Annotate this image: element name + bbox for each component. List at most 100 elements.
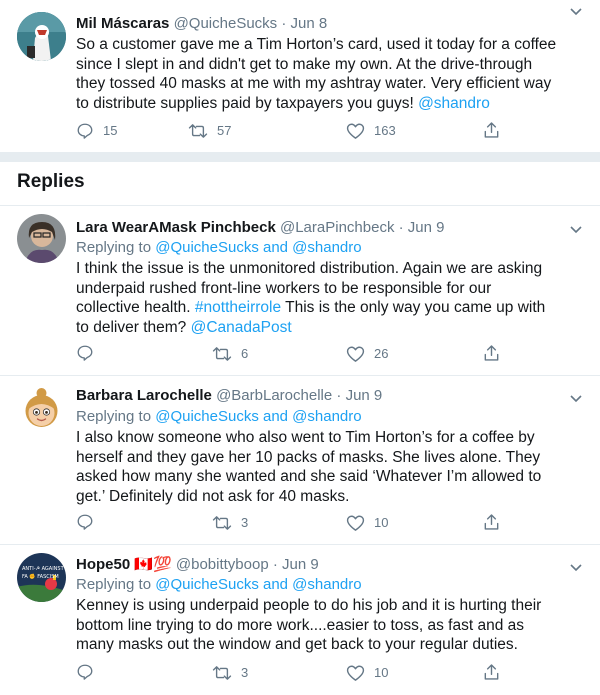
- tweet-date[interactable]: Jun 8: [291, 15, 328, 32]
- separator-dot: ·: [336, 387, 342, 404]
- action-bar: 3 10: [76, 663, 516, 683]
- replying-to-link[interactable]: @QuicheSucks and @shandro: [155, 408, 361, 425]
- avatar-image: [17, 12, 66, 61]
- share-button[interactable]: [483, 663, 500, 681]
- tweet-text-span: to deliver them?: [76, 318, 187, 336]
- separator-dot: ·: [272, 556, 278, 573]
- author-handle[interactable]: @bobittyboop: [176, 556, 269, 573]
- replying-to-link[interactable]: @QuicheSucks and @shandro: [155, 576, 361, 593]
- like-button[interactable]: 26: [346, 344, 388, 364]
- author-name[interactable]: Hope50: [76, 556, 130, 573]
- chevron-down-icon[interactable]: [570, 560, 582, 575]
- replying-prefix: Replying to: [76, 408, 152, 425]
- tweet-text-span: to distribute supplies paid by taxpayers…: [76, 94, 414, 112]
- like-button[interactable]: 163: [346, 121, 396, 141]
- reply-tweet[interactable]: Lara WearAMask Pinchbeck @LaraPinchbeck …: [0, 206, 600, 375]
- author-handle[interactable]: @LaraPinchbeck: [280, 219, 394, 236]
- chevron-down-icon[interactable]: [570, 222, 582, 237]
- avatar[interactable]: [17, 12, 66, 61]
- replying-to: Replying to @QuicheSucks and @shandro: [76, 238, 362, 258]
- mention-link[interactable]: @CanadaPost: [191, 319, 292, 336]
- share-button[interactable]: [483, 513, 500, 531]
- replying-prefix: Replying to: [76, 239, 152, 256]
- tweet-text-line: they tossed 40 masks at me with my ashtr…: [76, 75, 552, 92]
- tweet-text-line: many masks out the window and get back t…: [76, 636, 518, 653]
- tweet-text-line: I think the issue is the unmonitored dis…: [76, 260, 543, 277]
- reply-button[interactable]: [76, 344, 94, 362]
- tweet-text-line: I also know someone who also went to Tim…: [76, 429, 535, 446]
- tweet-text-span: This is the only way you came up with: [285, 299, 546, 316]
- chevron-down-icon[interactable]: [570, 391, 582, 406]
- tweet-text-line: get.’ Definitely did not ask for 40 mask…: [76, 487, 350, 505]
- share-button[interactable]: [483, 344, 500, 362]
- heart-icon: [346, 515, 365, 531]
- reply-button[interactable]: [76, 513, 94, 531]
- tweet-header: Mil Máscaras @QuicheSucks · Jun 8: [76, 14, 327, 34]
- hashtag-link[interactable]: #nottheirrole: [195, 299, 281, 316]
- tweet-date[interactable]: Jun 9: [346, 387, 383, 404]
- reply-button[interactable]: [76, 663, 94, 681]
- avatar[interactable]: ANTI-☭ AGAINST FA ✊ FASCISM: [17, 553, 66, 602]
- tweet-text-line: since I slept in and didn't get to make …: [76, 55, 533, 73]
- replying-to-link[interactable]: @QuicheSucks and @shandro: [155, 239, 361, 256]
- retweet-count: 3: [241, 665, 249, 680]
- reply-tweet[interactable]: Barbara Larochelle @BarbLarochelle · Jun…: [0, 376, 600, 544]
- retweet-button[interactable]: 3: [212, 663, 248, 683]
- share-icon: [484, 345, 499, 361]
- avatar-text: ANTI-☭ AGAINST: [22, 566, 65, 572]
- author-handle[interactable]: @QuicheSucks: [174, 15, 278, 32]
- tweet-text-line: asked how many she wanted and she said ‘…: [76, 468, 542, 485]
- share-icon: [484, 122, 499, 138]
- author-handle[interactable]: @BarbLarochelle: [216, 387, 332, 404]
- replies-heading: Replies: [17, 171, 85, 192]
- avatar-image: ANTI-☭ AGAINST FA ✊ FASCISM: [17, 553, 66, 602]
- share-icon: [484, 514, 499, 530]
- section-divider: [0, 152, 600, 162]
- separator-dot: ·: [281, 15, 287, 32]
- heart-icon: [346, 123, 365, 139]
- author-name[interactable]: Barbara Larochelle: [76, 387, 212, 404]
- like-button[interactable]: 10: [346, 663, 388, 683]
- retweet-icon: [212, 666, 232, 680]
- tweet-text: I think the issue is the unmonitored dis…: [76, 259, 545, 337]
- like-button[interactable]: 10: [346, 513, 388, 533]
- reply-count: 15: [103, 123, 118, 138]
- avatar-image: [17, 214, 66, 263]
- reply-button[interactable]: 15: [76, 121, 117, 141]
- tweet-text-line: So a customer gave me a Tim Horton’s car…: [76, 36, 557, 53]
- action-bar: 3 10: [76, 513, 516, 533]
- tweet-text-line: herself and they gave her 10 packs of ma…: [76, 448, 541, 466]
- author-name[interactable]: Lara WearAMask Pinchbeck: [76, 219, 276, 236]
- tweet-text-span: collective health.: [76, 299, 191, 316]
- chevron-down-icon[interactable]: [570, 4, 582, 19]
- like-count: 26: [374, 346, 389, 361]
- like-count: 10: [374, 665, 389, 680]
- share-button[interactable]: [483, 121, 500, 139]
- retweet-button[interactable]: 57: [188, 121, 231, 141]
- reply-tweet[interactable]: ANTI-☭ AGAINST FA ✊ FASCISM Hope50 🇨🇦💯 @…: [0, 545, 600, 695]
- author-name[interactable]: Mil Máscaras: [76, 15, 169, 32]
- mention-link[interactable]: @shandro: [418, 95, 490, 112]
- flag-emoji: 🇨🇦💯: [134, 556, 172, 573]
- retweet-button[interactable]: 3: [212, 513, 248, 533]
- retweet-icon: [188, 124, 208, 138]
- tweet-text-line: collective health. #nottheirrole This is…: [76, 298, 545, 318]
- main-tweet[interactable]: Mil Máscaras @QuicheSucks · Jun 8 So a c…: [0, 0, 600, 152]
- action-bar: 15 57 163: [76, 121, 516, 141]
- retweet-count: 57: [217, 123, 232, 138]
- reply-icon: [77, 664, 93, 680]
- heart-icon: [346, 346, 365, 362]
- avatar[interactable]: [17, 214, 66, 263]
- tweet-text-line: to distribute supplies paid by taxpayers…: [76, 94, 556, 114]
- replying-to: Replying to @QuicheSucks and @shandro: [76, 575, 362, 595]
- tweet-text-line: Kenney is using underpaid people to do h…: [76, 597, 542, 614]
- retweet-button[interactable]: 6: [212, 344, 248, 364]
- avatar[interactable]: [17, 384, 66, 433]
- retweet-count: 6: [241, 346, 249, 361]
- tweet-header: Lara WearAMask Pinchbeck @LaraPinchbeck …: [76, 218, 445, 238]
- retweet-icon: [212, 516, 232, 530]
- replying-prefix: Replying to: [76, 576, 152, 593]
- tweet-date[interactable]: Jun 9: [408, 219, 445, 236]
- tweet-date[interactable]: Jun 9: [282, 556, 319, 573]
- tweet-header: Barbara Larochelle @BarbLarochelle · Jun…: [76, 386, 382, 406]
